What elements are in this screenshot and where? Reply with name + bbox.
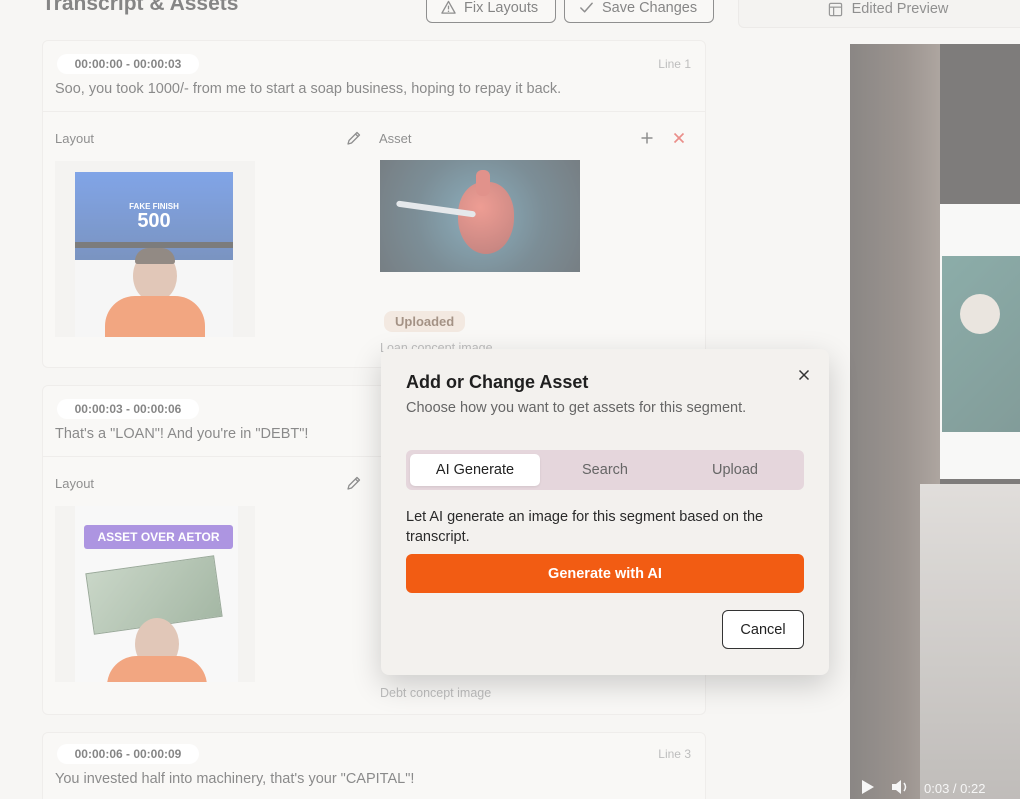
generate-with-ai-button[interactable]: Generate with AI bbox=[406, 554, 804, 593]
close-dialog-button[interactable] bbox=[795, 366, 813, 384]
cancel-button[interactable]: Cancel bbox=[722, 610, 804, 649]
tab-search[interactable]: Search bbox=[540, 454, 670, 486]
tab-ai-generate[interactable]: AI Generate bbox=[410, 454, 540, 486]
add-asset-dialog: Add or Change Asset Choose how you want … bbox=[381, 349, 829, 675]
tab-upload[interactable]: Upload bbox=[670, 454, 800, 486]
ai-description: Let AI generate an image for this segmen… bbox=[406, 509, 764, 545]
asset-source-tabs: AI Generate Search Upload bbox=[406, 450, 804, 490]
dialog-title: Add or Change Asset bbox=[406, 372, 589, 392]
close-icon bbox=[798, 369, 810, 381]
dialog-subtitle: Choose how you want to get assets for th… bbox=[406, 400, 747, 416]
